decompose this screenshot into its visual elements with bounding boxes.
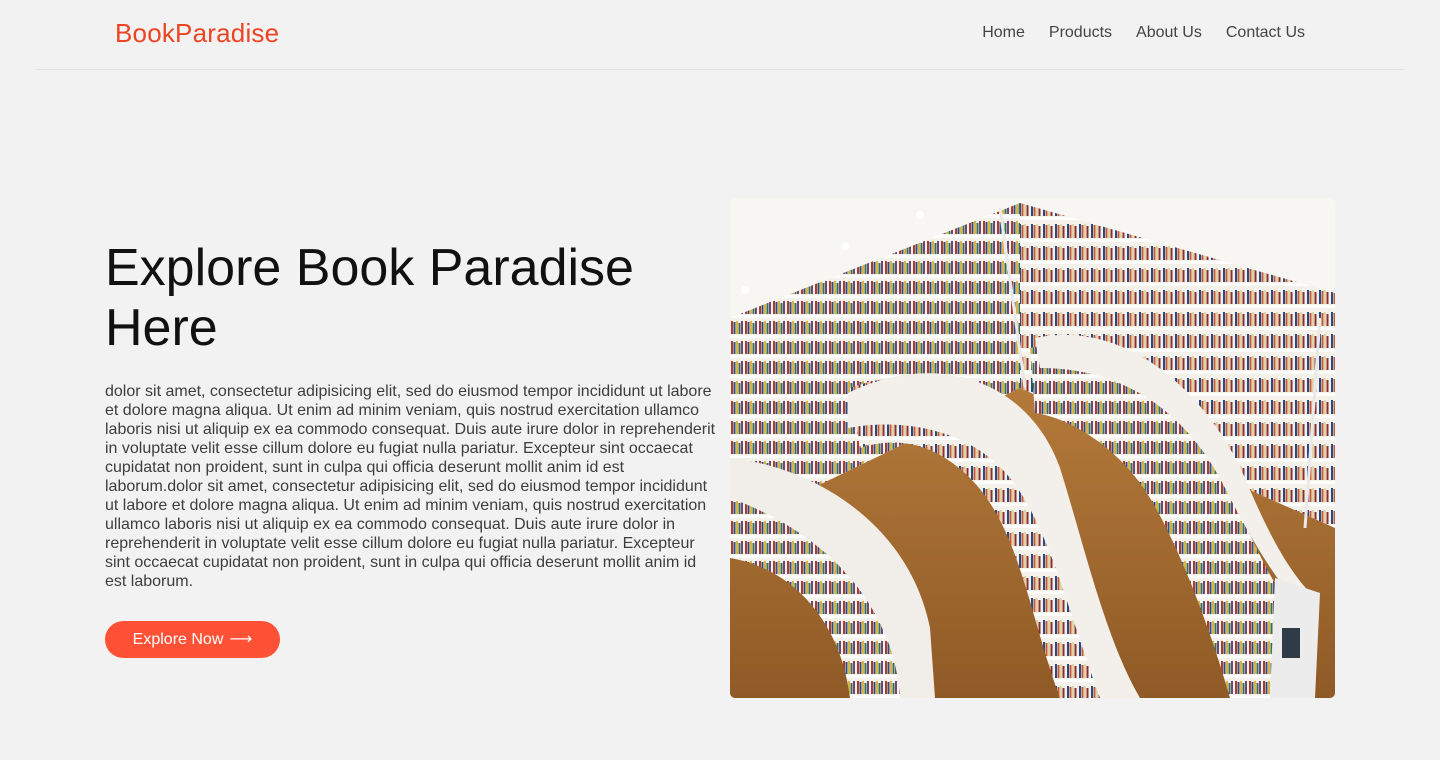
- nav-link-home[interactable]: Home: [982, 24, 1025, 42]
- library-bookshelves-image: [730, 198, 1335, 698]
- navbar: BookParadise Home Products About Us Cont…: [36, 0, 1404, 70]
- hero-title: Explore Book Paradise Here: [105, 239, 634, 357]
- explore-now-label: Explore Now: [132, 630, 224, 648]
- arrow-right-icon: ⟶: [229, 630, 253, 648]
- nav-link-products[interactable]: Products: [1049, 24, 1112, 42]
- brand-logo[interactable]: BookParadise: [115, 18, 279, 49]
- nav-link-about-us[interactable]: About Us: [1136, 24, 1202, 42]
- nav-link-contact-us[interactable]: Contact Us: [1226, 24, 1305, 42]
- nav-menu: Home Products About Us Contact Us: [982, 24, 1305, 42]
- explore-now-button[interactable]: Explore Now ⟶: [105, 621, 280, 658]
- hero-description: dolor sit amet, consectetur adipisicing …: [105, 383, 716, 590]
